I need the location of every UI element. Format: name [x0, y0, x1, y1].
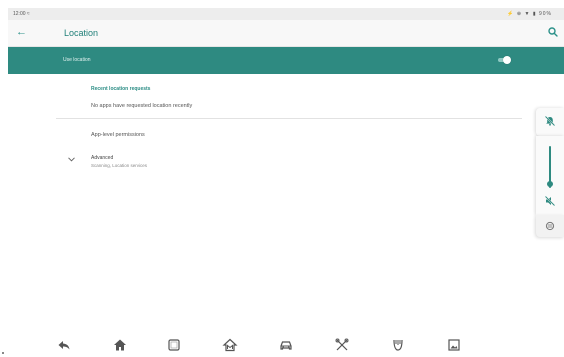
- recent-requests-header: Recent location requests: [91, 86, 151, 92]
- recents-icon[interactable]: [166, 337, 182, 353]
- search-icon[interactable]: [547, 26, 559, 38]
- volume-thumb[interactable]: [547, 180, 553, 187]
- dealer-home-icon[interactable]: [222, 337, 238, 353]
- use-location-toggle[interactable]: [497, 56, 511, 64]
- volume-ringer-panel: [536, 108, 564, 136]
- navigation-bar: [0, 333, 564, 357]
- arrow-left-icon[interactable]: ←: [16, 26, 27, 38]
- status-bar: 12:00 ≈ ⚡ ⊕ ▼ ▮ 90%: [8, 8, 564, 20]
- divider: [56, 118, 522, 119]
- app-bar: ← Location: [8, 20, 564, 47]
- chevron-down-icon: [68, 157, 75, 162]
- use-location-bar[interactable]: Use location: [8, 47, 564, 74]
- gallery-icon[interactable]: [446, 337, 462, 353]
- use-location-label: Use location: [63, 57, 91, 63]
- volume-slider-panel: [536, 136, 564, 215]
- ringer-muted-icon[interactable]: [544, 115, 556, 127]
- toggle-thumb: [503, 56, 511, 64]
- advanced-title: Advanced: [91, 155, 114, 161]
- status-time: 12:00 ≈: [13, 11, 30, 17]
- no-requests-text: No apps have requested location recently: [91, 103, 193, 109]
- corner-dot: [2, 352, 4, 354]
- tools-icon[interactable]: [334, 337, 350, 353]
- app-level-permissions-item[interactable]: App-level permissions: [91, 132, 145, 138]
- page-title: Location: [64, 28, 99, 38]
- home-icon[interactable]: [112, 337, 128, 353]
- advanced-subtitle: Scanning, Location services: [91, 163, 148, 168]
- advanced-item[interactable]: Advanced Scanning, Location services: [60, 153, 260, 173]
- volume-settings-panel: [536, 215, 564, 237]
- settings-icon[interactable]: [545, 221, 555, 231]
- media-muted-icon[interactable]: [544, 195, 556, 207]
- car-icon[interactable]: [278, 337, 294, 353]
- status-indicators: ⚡ ⊕ ▼ ▮ 90%: [507, 11, 552, 17]
- screen: 12:00 ≈ ⚡ ⊕ ▼ ▮ 90% ← Location Use locat…: [0, 0, 564, 357]
- diagnostics-icon[interactable]: [390, 337, 406, 353]
- back-icon[interactable]: [56, 337, 72, 353]
